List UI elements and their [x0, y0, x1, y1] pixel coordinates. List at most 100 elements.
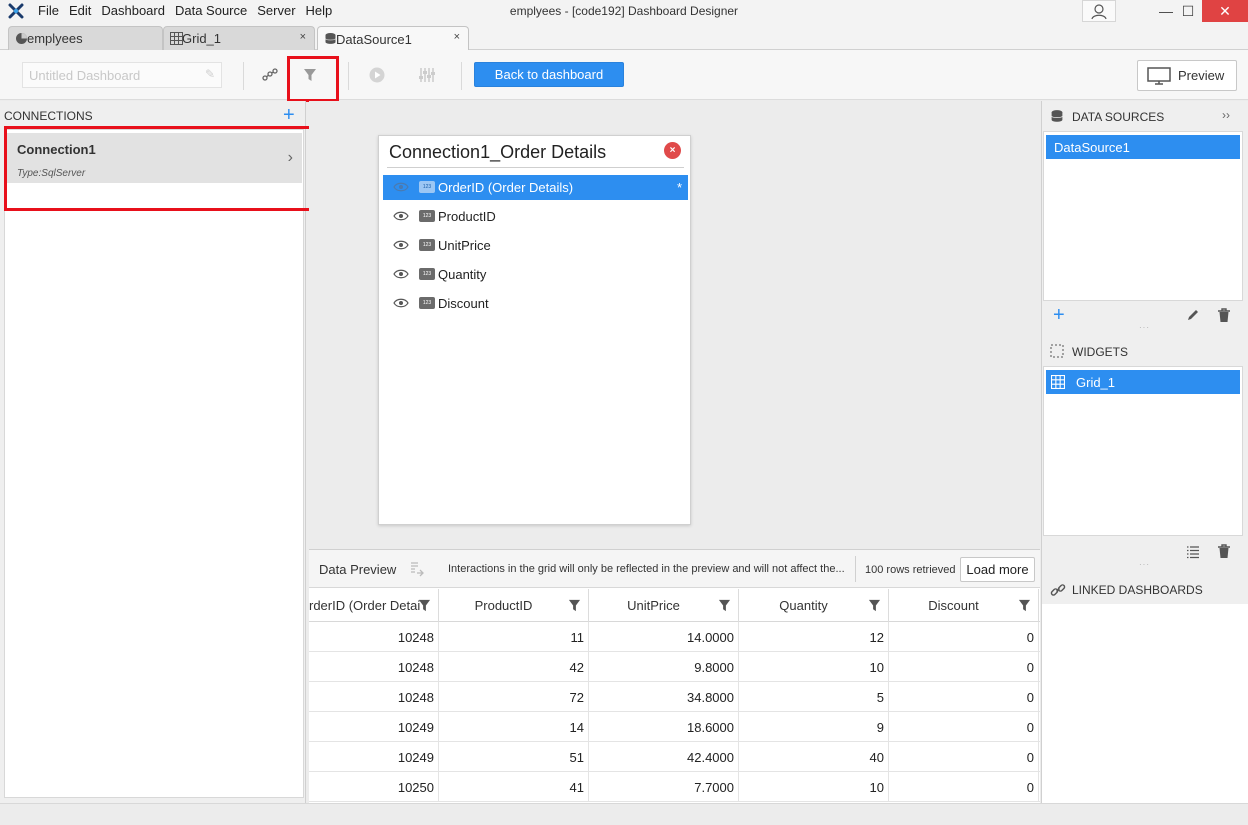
dashboard-name-input[interactable]: Untitled Dashboard ✎	[22, 62, 222, 88]
relations-button[interactable]	[259, 64, 281, 86]
column-row[interactable]: 123 OrderID (Order Details) *	[383, 175, 688, 200]
add-connection-button[interactable]: +	[283, 105, 295, 125]
right-panel: DATA SOURCES ›› DataSource1 + ··· WIDGET…	[1041, 101, 1248, 803]
column-row[interactable]: 123 ProductID	[383, 204, 688, 229]
numeric-type-icon: 123	[419, 181, 435, 193]
window-title: emplyees - [code192] Dashboard Designer	[509, 4, 739, 18]
table-cell: 9.8000	[589, 652, 739, 682]
trash-icon[interactable]	[1217, 308, 1231, 323]
widgets-header: WIDGETS	[1042, 336, 1248, 366]
numeric-type-icon: 123	[419, 210, 435, 222]
data-preview-title: Data Preview	[319, 562, 397, 577]
remove-table-button[interactable]: ×	[664, 142, 681, 159]
filter-icon[interactable]	[868, 599, 881, 615]
table-cell: 12	[739, 622, 889, 652]
table-cell: 10249	[309, 742, 439, 772]
tab-datasource1[interactable]: DataSource1 ×	[317, 26, 469, 51]
trash-icon[interactable]	[1217, 544, 1231, 559]
data-source-item[interactable]: DataSource1	[1046, 135, 1240, 159]
widgets-list: Grid_1	[1043, 366, 1243, 536]
column-header[interactable]: Quantity	[739, 589, 889, 622]
column-header-label: Quantity	[779, 598, 828, 613]
eye-icon[interactable]	[393, 182, 409, 192]
eye-icon[interactable]	[393, 211, 409, 221]
eye-icon[interactable]	[393, 269, 409, 279]
database-icon	[1051, 110, 1063, 122]
table-cell: 40	[739, 742, 889, 772]
dashboard-icon	[16, 33, 27, 44]
eye-icon[interactable]	[393, 240, 409, 250]
resize-grip[interactable]: ···	[1139, 323, 1150, 332]
play-icon	[369, 67, 385, 83]
table-row[interactable]: 10249 14 18.6000 9 0	[309, 712, 1040, 742]
column-header[interactable]: ProductID	[439, 589, 589, 622]
table-cell: 11	[439, 622, 589, 652]
filter-icon[interactable]	[418, 599, 431, 615]
table-cell: 9	[739, 712, 889, 742]
column-header[interactable]: Discount	[889, 589, 1039, 622]
column-header-label: UnitPrice	[627, 598, 680, 613]
toolbar-divider	[348, 62, 349, 90]
table-cell: 10	[739, 772, 889, 802]
filter-icon[interactable]	[568, 599, 581, 615]
column-header[interactable]: rderID (Order Detai	[309, 589, 439, 622]
edit-pencil-icon[interactable]	[1186, 308, 1200, 322]
column-row[interactable]: 123 Quantity	[383, 262, 688, 287]
data-sources-header: DATA SOURCES ››	[1042, 101, 1248, 131]
column-row[interactable]: 123 Discount	[383, 291, 688, 316]
widget-item[interactable]: Grid_1	[1046, 370, 1240, 394]
filter-icon[interactable]	[718, 599, 731, 615]
column-header[interactable]: UnitPrice	[589, 589, 739, 622]
run-button[interactable]	[366, 64, 388, 86]
column-row[interactable]: 123 UnitPrice	[383, 233, 688, 258]
maximize-button[interactable]: ☐	[1172, 0, 1204, 22]
tab-bar: emplyees Grid_1 × DataSource1 ×	[0, 22, 1248, 51]
column-header-label: Discount	[928, 598, 979, 613]
back-to-dashboard-button[interactable]: Back to dashboard	[474, 62, 624, 87]
title-bar: File Edit Dashboard Data Source Server H…	[0, 0, 1248, 22]
data-preview-panel: Data Preview Interactions in the grid wi…	[309, 549, 1040, 803]
table-row[interactable]: 10249 51 42.4000 40 0	[309, 742, 1040, 772]
column-header-label: rderID (Order Detai	[309, 598, 421, 613]
settings-button[interactable]	[416, 64, 438, 86]
linked-dashboards-header: LINKED DASHBOARDS	[1042, 574, 1248, 604]
toolbar-divider	[243, 62, 244, 90]
resize-grip[interactable]: ···	[1139, 560, 1150, 569]
table-row[interactable]: 10250 41 7.7000 10 0	[309, 772, 1040, 802]
tab-label: Grid_1	[182, 31, 222, 46]
collapse-panel-button[interactable]: ››	[1222, 108, 1230, 122]
table-cell: 10249	[309, 712, 439, 742]
data-preview-header: Data Preview Interactions in the grid wi…	[309, 550, 1040, 588]
numeric-type-icon: 123	[419, 297, 435, 309]
relations-icon	[262, 68, 278, 81]
add-data-source-button[interactable]: +	[1053, 304, 1065, 327]
close-window-button[interactable]: ✕	[1202, 0, 1248, 22]
list-icon[interactable]	[1186, 545, 1200, 559]
widget-label: Grid_1	[1076, 374, 1116, 390]
table-cell: 14.0000	[589, 622, 739, 652]
connection-highlight-box	[4, 126, 316, 211]
eye-icon[interactable]	[393, 298, 409, 308]
table-card[interactable]: Connection1_Order Details × 123 OrderID …	[378, 135, 691, 525]
load-more-button[interactable]: Load more	[960, 557, 1035, 582]
user-account-button[interactable]	[1082, 0, 1116, 22]
column-label: Quantity	[438, 267, 487, 282]
preview-button[interactable]: Preview	[1137, 60, 1237, 91]
table-row[interactable]: 10248 72 34.8000 5 0	[309, 682, 1040, 712]
tab-emplyees[interactable]: emplyees	[8, 26, 163, 50]
column-header-label: ProductID	[474, 598, 533, 613]
filter-icon[interactable]	[1018, 599, 1031, 615]
tab-close-button[interactable]: ×	[300, 31, 306, 43]
data-sources-title: DATA SOURCES	[1072, 110, 1165, 124]
table-cell: 10248	[309, 682, 439, 712]
grid-icon	[1051, 375, 1065, 389]
numeric-type-icon: 123	[419, 268, 435, 280]
export-icon[interactable]	[409, 561, 425, 577]
table-row[interactable]: 10248 11 14.0000 12 0	[309, 622, 1040, 652]
tab-grid-1[interactable]: Grid_1 ×	[163, 26, 315, 50]
table-cell: 0	[889, 682, 1039, 712]
table-row[interactable]: 10248 42 9.8000 10 0	[309, 652, 1040, 682]
tab-close-button[interactable]: ×	[454, 31, 460, 43]
table-cell: 42.4000	[589, 742, 739, 772]
column-label: Discount	[438, 296, 489, 311]
